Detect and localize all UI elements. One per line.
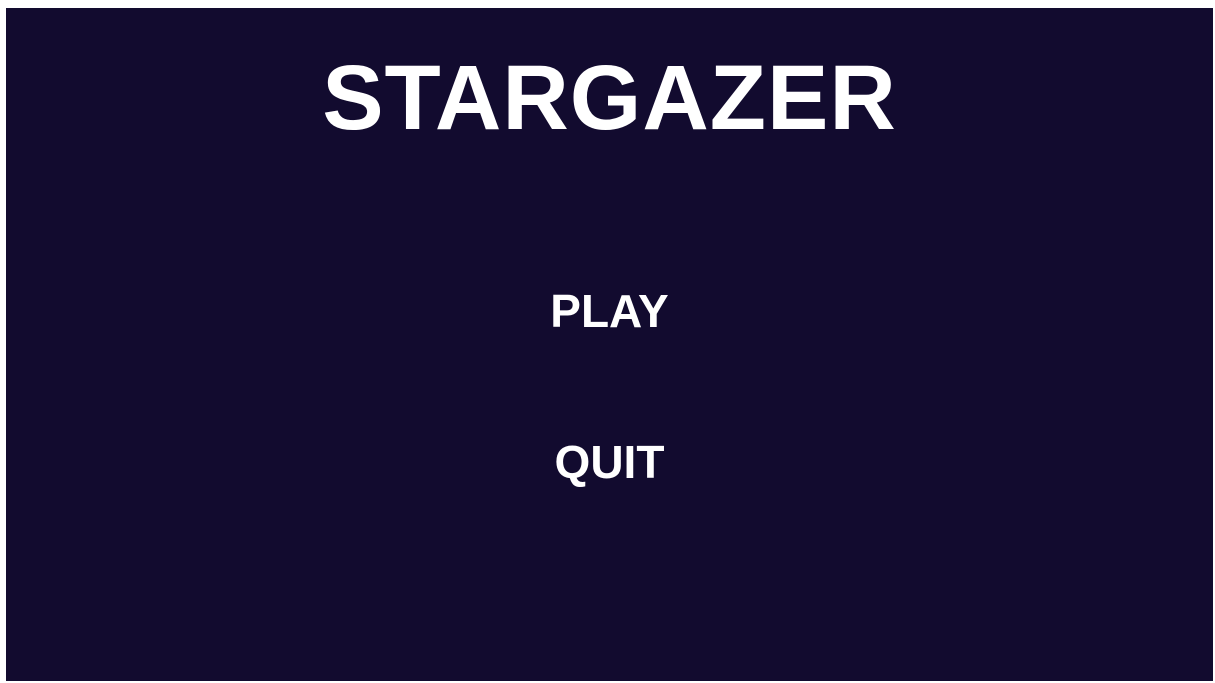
quit-button[interactable]: QUIT <box>535 434 685 490</box>
game-title: STARGAZER <box>322 47 897 149</box>
main-menu-screen: STARGAZER PLAY QUIT <box>6 8 1213 681</box>
play-button[interactable]: PLAY <box>530 283 688 339</box>
